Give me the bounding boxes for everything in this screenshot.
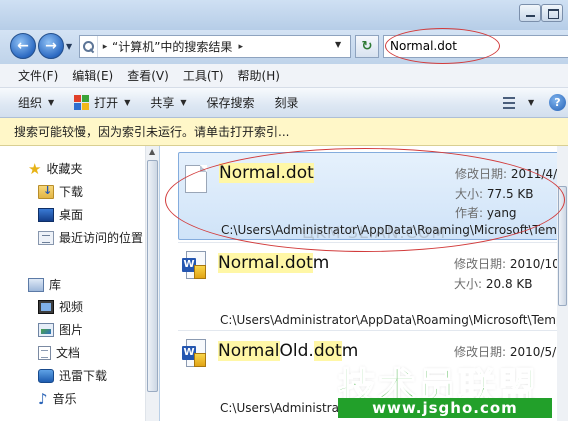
- index-info-bar[interactable]: 搜索可能较慢，因为索引未运行。请单击打开索引...: [0, 118, 568, 146]
- recent-places-icon: [38, 230, 54, 245]
- caret-down-icon: ▼: [180, 98, 187, 107]
- watermark-text: ЦKM·SLIAN.COM: [302, 223, 447, 242]
- navigation-pane-scrollbar[interactable]: ▲: [145, 146, 159, 421]
- result-modified-date: 修改日期: 2011/4/2: [455, 167, 565, 181]
- nav-downloads-label: 下载: [59, 185, 84, 199]
- result-size: 大小: 20.8 KB: [454, 277, 533, 291]
- nav-pictures[interactable]: 图片: [38, 321, 83, 338]
- navigation-pane: ★ 收藏夹 下载 桌面 最近访问的位置 库 视频 图片 文档 迅雷下载 ♪ 音乐: [0, 146, 159, 421]
- nav-downloads[interactable]: 下载: [38, 183, 83, 200]
- nav-recent-places[interactable]: 最近访问的位置: [38, 229, 143, 246]
- refresh-icon: ↻: [361, 39, 373, 54]
- menu-file[interactable]: 文件(F): [18, 67, 58, 84]
- result-path: C:\Users\Administrator\AppData\Roaming\M…: [220, 313, 564, 327]
- back-button[interactable]: ←: [10, 33, 36, 59]
- scrollbar-thumb[interactable]: [558, 186, 567, 306]
- recent-pages-dropdown-icon[interactable]: ▼: [66, 42, 72, 51]
- open-icon: [74, 95, 90, 110]
- change-view-icon[interactable]: [503, 97, 515, 109]
- word-template-icon: W: [182, 339, 208, 369]
- arrow-left-icon: ←: [17, 38, 29, 54]
- pictures-icon: [38, 322, 54, 337]
- result-item-normal-dotm[interactable]: W Normal.dotm 修改日期: 2010/10/ 大小: 20.8 KB…: [178, 242, 568, 330]
- nav-pictures-label: 图片: [59, 323, 84, 337]
- burn-button[interactable]: 刻录: [275, 94, 299, 111]
- breadcrumb-search-results[interactable]: “计算机”中的搜索结果: [112, 38, 232, 55]
- documents-icon: [38, 345, 51, 360]
- nav-libraries-label: 库: [49, 278, 62, 292]
- minimize-button[interactable]: [519, 4, 541, 22]
- share-label: 共享: [150, 96, 175, 110]
- view-options-dropdown-icon[interactable]: ▼: [528, 98, 534, 107]
- result-path: C:\Users\Administrator: [220, 401, 356, 415]
- caret-down-icon: ▼: [124, 98, 131, 107]
- nav-music-label: 音乐: [52, 392, 77, 406]
- chevron-right-icon[interactable]: ▸: [98, 42, 112, 52]
- address-row: ← → ▼ ▸ “计算机”中的搜索结果 ▸ ▼ ↻ Normal.dot: [0, 30, 568, 64]
- libraries-icon: [28, 277, 44, 292]
- open-button[interactable]: 打开 ▼: [74, 94, 130, 111]
- save-search-button[interactable]: 保存搜索: [207, 94, 255, 111]
- nav-recent-label: 最近访问的位置: [59, 231, 144, 245]
- nav-desktop[interactable]: 桌面: [38, 206, 83, 223]
- share-button[interactable]: 共享 ▼: [150, 94, 186, 111]
- title-bar: [0, 0, 568, 30]
- nav-favorites[interactable]: ★ 收藏夹: [28, 160, 82, 177]
- result-author: 作者: yang: [455, 206, 517, 220]
- nav-thunder-downloads[interactable]: 迅雷下载: [38, 367, 107, 384]
- downloads-folder-icon: [38, 184, 54, 199]
- search-location-icon: [80, 36, 98, 57]
- watermark-url: www.jsgho.com: [338, 398, 552, 418]
- star-icon: ★: [28, 159, 42, 178]
- result-file-name: Normal.dot: [219, 163, 314, 183]
- thunder-downloads-icon: [38, 368, 54, 383]
- music-icon: ♪: [38, 389, 48, 408]
- word-template-icon: W: [182, 251, 208, 281]
- menu-edit[interactable]: 编辑(E): [72, 67, 113, 84]
- forward-button[interactable]: →: [38, 33, 64, 59]
- menu-bar: 文件(F) 编辑(E) 查看(V) 工具(T) 帮助(H): [0, 64, 568, 88]
- scroll-up-icon[interactable]: ▲: [149, 147, 155, 156]
- nav-desktop-label: 桌面: [59, 208, 84, 222]
- search-input[interactable]: Normal.dot: [383, 35, 568, 58]
- nav-videos-label: 视频: [59, 300, 84, 314]
- videos-icon: [38, 299, 54, 314]
- caret-down-icon: ▼: [48, 98, 55, 107]
- nav-documents-label: 文档: [56, 346, 81, 360]
- address-dropdown-icon[interactable]: ▼: [335, 40, 341, 49]
- nav-libraries[interactable]: 库: [28, 276, 61, 293]
- result-size: 大小: 77.5 KB: [455, 187, 534, 201]
- nav-documents[interactable]: 文档: [38, 344, 80, 361]
- organize-label: 组织: [18, 96, 43, 110]
- refresh-button[interactable]: ↻: [355, 35, 379, 58]
- menu-tools[interactable]: 工具(T): [183, 67, 224, 84]
- result-file-name: Normal.dotm: [218, 253, 330, 273]
- menu-help[interactable]: 帮助(H): [238, 67, 280, 84]
- organize-button[interactable]: 组织 ▼: [18, 94, 54, 111]
- burn-label: 刻录: [274, 96, 299, 110]
- nav-videos[interactable]: 视频: [38, 298, 83, 315]
- save-search-label: 保存搜索: [206, 96, 255, 110]
- nav-favorites-label: 收藏夹: [46, 162, 83, 176]
- menu-view[interactable]: 查看(V): [127, 67, 169, 84]
- help-icon[interactable]: ?: [549, 94, 566, 111]
- open-label: 打开: [94, 96, 119, 110]
- result-modified-date: 修改日期: 2010/10/: [454, 257, 564, 271]
- scrollbar-thumb[interactable]: [147, 160, 158, 392]
- desktop-icon: [38, 207, 54, 222]
- nav-thunder-label: 迅雷下载: [59, 369, 108, 383]
- results-pane-scrollbar[interactable]: [557, 146, 568, 421]
- chevron-right-icon[interactable]: ▸: [238, 42, 243, 52]
- blank-file-icon: [185, 165, 207, 193]
- command-bar: 组织 ▼ 打开 ▼ 共享 ▼ 保存搜索 刻录 ▼ ?: [0, 88, 568, 118]
- address-bar[interactable]: ▸ “计算机”中的搜索结果 ▸: [79, 35, 351, 58]
- arrow-right-icon: →: [45, 38, 57, 54]
- nav-music[interactable]: ♪ 音乐: [38, 390, 77, 407]
- maximize-button[interactable]: [541, 4, 563, 22]
